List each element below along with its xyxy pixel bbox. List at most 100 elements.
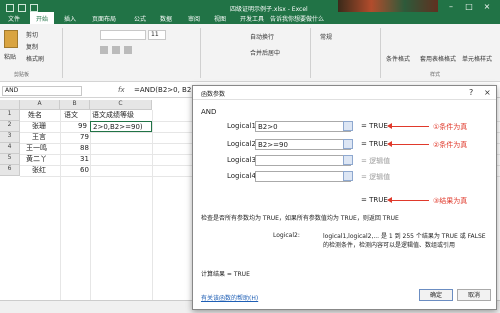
tab-formulas[interactable]: 公式 — [134, 14, 146, 23]
cell[interactable]: 79 — [78, 132, 91, 143]
merge-center-button[interactable]: 合并后居中 — [250, 48, 280, 57]
font-size-select[interactable]: 11 — [148, 30, 166, 40]
arg-input-logical4[interactable] — [255, 171, 351, 182]
row-header[interactable]: 6 — [0, 165, 20, 176]
fx-icon[interactable]: fx — [118, 86, 125, 94]
wrap-text-button[interactable]: 自动换行 — [250, 32, 274, 41]
function-name: AND — [201, 108, 217, 116]
column-header[interactable]: B — [60, 100, 90, 110]
active-cell[interactable]: 2>0,B2>=90) — [90, 121, 152, 132]
arg-result: = 逻辑值 — [361, 157, 391, 165]
italic-icon[interactable] — [112, 46, 120, 54]
select-all[interactable] — [0, 100, 20, 110]
cell[interactable]: 王言 — [30, 132, 48, 143]
ribbon-divider — [62, 28, 63, 78]
tab-file[interactable]: 文件 — [8, 14, 20, 23]
bold-icon[interactable] — [100, 46, 108, 54]
tab-view[interactable]: 视图 — [214, 14, 226, 23]
font-name-select[interactable] — [100, 30, 146, 40]
arg-result: = TRUE — [361, 122, 388, 130]
annotation-label: ①条件为真 — [433, 123, 468, 131]
cell[interactable]: 张珊 — [30, 121, 48, 132]
cell-style-button[interactable]: 单元格样式 — [462, 54, 492, 63]
conditional-format-button[interactable]: 条件格式 — [386, 54, 410, 63]
tab-insert[interactable]: 插入 — [64, 14, 76, 23]
arg-result: = TRUE — [361, 140, 388, 148]
cut-button[interactable]: 剪切 — [26, 30, 38, 39]
cell[interactable]: 姓名 — [26, 110, 44, 121]
arg-input-logical1[interactable]: B2>0 — [255, 121, 351, 132]
minimize-icon[interactable]: – — [442, 2, 460, 12]
cell[interactable]: 88 — [78, 143, 91, 154]
close-icon[interactable]: × — [478, 2, 496, 12]
range-select-icon[interactable] — [343, 155, 353, 165]
calc-result: 计算结果 = TRUE — [201, 271, 250, 278]
arg-result: = 逻辑值 — [361, 173, 391, 181]
cell[interactable]: 语文 — [62, 110, 80, 121]
ribbon-divider — [310, 28, 311, 78]
annotation-label: ②条件为真 — [433, 141, 468, 149]
paste-button[interactable]: 粘贴 — [4, 52, 16, 61]
annotation-arrow — [387, 123, 429, 129]
tab-data[interactable]: 数据 — [160, 14, 172, 23]
cell[interactable]: 31 — [78, 154, 91, 165]
range-select-icon[interactable] — [343, 121, 353, 131]
formula-input[interactable]: =AND(B2>0, B2 — [134, 86, 191, 94]
row-header[interactable]: 2 — [0, 121, 20, 132]
function-arguments-dialog: 函数参数 ? × AND Logical1 B2>0 = TRUE Logica… — [192, 85, 497, 310]
maximize-icon[interactable]: □ — [460, 2, 478, 12]
gridline — [152, 110, 153, 313]
column-header[interactable]: C — [90, 100, 152, 110]
cell[interactable]: 语文成绩等级 — [90, 110, 136, 121]
help-icon[interactable]: ? — [469, 88, 473, 97]
underline-icon[interactable] — [124, 46, 132, 54]
ribbon-divider — [200, 28, 201, 78]
range-select-icon[interactable] — [343, 171, 353, 181]
annotation-arrow — [387, 141, 429, 147]
undo-icon[interactable] — [18, 4, 26, 12]
dialog-title: 函数参数 — [201, 91, 226, 98]
dialog-title-bar[interactable]: 函数参数 ? × — [193, 86, 496, 100]
cell[interactable]: 张红 — [30, 165, 48, 176]
row-header[interactable]: 3 — [0, 132, 20, 143]
format-painter-button[interactable]: 格式刷 — [26, 54, 44, 63]
style-group-label: 样式 — [430, 72, 441, 78]
paste-icon[interactable] — [4, 30, 18, 48]
copy-button[interactable]: 复制 — [26, 42, 38, 51]
arg-description-label: Logical2: — [273, 232, 300, 239]
banner-image — [338, 0, 438, 12]
tab-developer[interactable]: 开发工具 — [240, 14, 264, 23]
name-box[interactable]: AND — [2, 86, 82, 96]
tab-page-layout[interactable]: 页面布局 — [92, 14, 116, 23]
cell[interactable]: 60 — [78, 165, 91, 176]
row-header[interactable]: 4 — [0, 143, 20, 154]
ribbon-divider — [380, 28, 381, 78]
cell[interactable]: 99 — [76, 121, 89, 132]
row-header[interactable]: 5 — [0, 154, 20, 165]
gridline — [60, 110, 61, 313]
close-icon[interactable]: × — [484, 88, 491, 97]
arg-input-logical3[interactable] — [255, 155, 351, 166]
function-help-link[interactable]: 有关该函数的帮助(H) — [201, 293, 258, 302]
tell-me-box[interactable]: 告诉我你想要做什么 — [270, 14, 324, 23]
ribbon-tabs: 文件 开始 插入 页面布局 公式 数据 审阅 视图 开发工具 告诉我你想要做什么 — [0, 12, 500, 25]
arg-input-logical2[interactable]: B2>=90 — [255, 139, 351, 150]
row-header[interactable]: 1 — [0, 110, 20, 121]
cell[interactable]: 黄二丫 — [24, 154, 49, 165]
clipboard-group-label: 剪贴板 — [14, 72, 30, 78]
ribbon: 粘贴 剪切 复制 格式刷 剪贴板 11 自动换行 合并后居中 常规 条件格式 套… — [0, 24, 500, 82]
save-icon[interactable] — [6, 4, 14, 12]
number-format-select[interactable]: 常规 — [320, 32, 332, 41]
annotation-arrow — [387, 197, 429, 203]
table-format-button[interactable]: 套用表格格式 — [420, 54, 456, 63]
column-header[interactable]: A — [20, 100, 60, 110]
ok-button[interactable]: 确定 — [419, 289, 453, 301]
cancel-button[interactable]: 取消 — [457, 289, 491, 301]
function-description: 检查是否所有参数均为 TRUE，如果所有参数值均为 TRUE，则返回 TRUE — [201, 215, 399, 222]
cell[interactable]: 王一鸣 — [24, 143, 49, 154]
redo-icon[interactable] — [30, 4, 38, 12]
arg-description: logical1,logical2,... 是 1 到 255 个结果为 TRU… — [323, 233, 486, 249]
function-total: = TRUE — [361, 196, 388, 204]
range-select-icon[interactable] — [343, 139, 353, 149]
tab-review[interactable]: 审阅 — [188, 14, 200, 23]
